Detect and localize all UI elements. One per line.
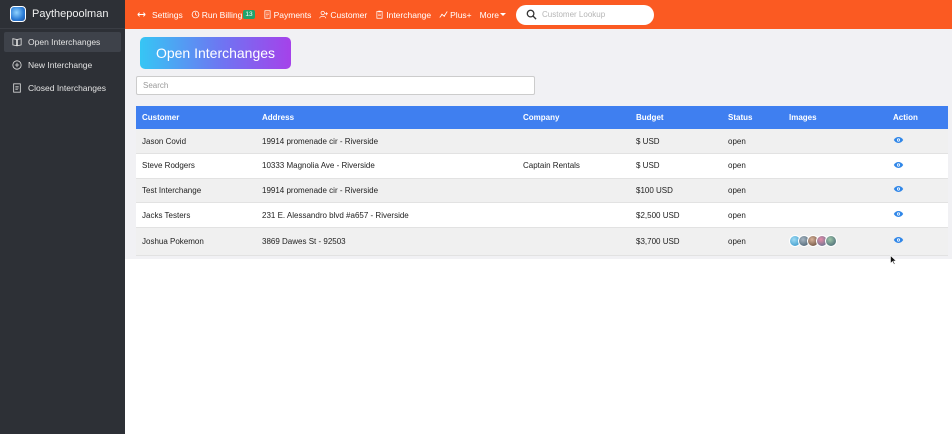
top-navbar: Settings Run Billing 13 Payments Custome… bbox=[125, 0, 952, 29]
eye-icon[interactable] bbox=[893, 210, 904, 218]
document-icon bbox=[12, 83, 22, 93]
image-thumbnail[interactable] bbox=[825, 235, 837, 248]
sidebar-item-new-interchange[interactable]: New Interchange bbox=[4, 55, 121, 75]
nav-payments[interactable]: Payments bbox=[263, 9, 312, 20]
clipboard-icon bbox=[376, 10, 383, 19]
search-icon bbox=[526, 9, 537, 20]
col-address[interactable]: Address bbox=[256, 106, 517, 129]
cell-budget: $2,500 USD bbox=[636, 210, 680, 220]
nav-label: Payments bbox=[273, 9, 312, 20]
nav-settings[interactable]: Settings bbox=[137, 10, 183, 20]
page-title-button[interactable]: Open Interchanges bbox=[140, 37, 291, 69]
cell-company bbox=[517, 203, 630, 228]
sidebar-item-closed-interchanges[interactable]: Closed Interchanges bbox=[4, 78, 121, 98]
nav-label: More bbox=[479, 9, 500, 20]
brand[interactable]: Paythepoolman bbox=[0, 0, 125, 29]
cell-company bbox=[517, 178, 630, 203]
brand-name: Paythepoolman bbox=[32, 8, 109, 20]
cell-status: open bbox=[728, 236, 746, 246]
cell-company bbox=[517, 129, 630, 154]
main-content: Open Interchanges Customer Address Compa… bbox=[125, 29, 952, 434]
cell-action bbox=[887, 227, 948, 255]
table-row[interactable]: Jason Covid 19914 promenade cir - Rivers… bbox=[136, 129, 948, 154]
cell-status: open bbox=[728, 210, 746, 220]
search-input[interactable] bbox=[136, 76, 535, 95]
cell-address: 3869 Dawes St - 92503 bbox=[262, 236, 346, 246]
book-open-icon bbox=[12, 37, 22, 47]
caret-down-icon bbox=[500, 13, 507, 16]
interchanges-table: Customer Address Company Budget Status I… bbox=[136, 106, 948, 256]
cell-customer: Joshua Pokemon bbox=[142, 236, 204, 246]
cell-status: open bbox=[728, 136, 746, 146]
table-row[interactable]: Jacks Testers 231 E. Alessandro blvd #a6… bbox=[136, 202, 948, 228]
cell-customer: Steve Rodgers bbox=[142, 161, 195, 171]
customer-lookup-input[interactable] bbox=[542, 10, 643, 19]
nav-label: Settings bbox=[152, 9, 183, 20]
nav-customer[interactable]: Customer bbox=[319, 10, 367, 20]
col-status[interactable]: Status bbox=[722, 106, 783, 129]
table-row[interactable]: Steve Rodgers 10333 Magnolia Ave - River… bbox=[136, 153, 948, 179]
cell-images bbox=[783, 129, 887, 154]
cell-images bbox=[783, 178, 887, 203]
user-plus-icon bbox=[319, 10, 329, 19]
receipt-icon bbox=[264, 10, 271, 19]
cell-address: 10333 Magnolia Ave - Riverside bbox=[262, 161, 375, 171]
sidebar-item-label: New Interchange bbox=[28, 60, 93, 70]
cell-address: 19914 promenade cir - Riverside bbox=[262, 136, 379, 146]
nav-label: Customer bbox=[330, 9, 368, 20]
eye-icon[interactable] bbox=[893, 236, 904, 244]
sidebar: Paythepoolman Open Interchanges New Inte… bbox=[0, 0, 125, 434]
nav-plus[interactable]: Plus+ bbox=[439, 10, 472, 20]
eye-icon[interactable] bbox=[893, 161, 904, 169]
cell-action bbox=[887, 129, 948, 154]
col-images[interactable]: Images bbox=[783, 106, 887, 129]
cell-status: open bbox=[728, 185, 746, 195]
cell-status: open bbox=[728, 161, 746, 171]
cell-images bbox=[783, 154, 887, 179]
mouse-cursor-icon bbox=[890, 255, 897, 265]
cell-company: Captain Rentals bbox=[523, 161, 580, 171]
nav-run-billing[interactable]: Run Billing 13 bbox=[191, 10, 255, 20]
cell-company bbox=[517, 227, 630, 255]
eye-icon[interactable] bbox=[893, 185, 904, 193]
cell-customer: Test Interchange bbox=[142, 185, 202, 195]
table-row[interactable]: Test Interchange 19914 promenade cir - R… bbox=[136, 178, 948, 203]
customer-lookup[interactable] bbox=[516, 4, 655, 25]
image-thumbnails bbox=[789, 235, 887, 248]
cell-budget: $ USD bbox=[636, 136, 660, 146]
col-customer[interactable]: Customer bbox=[136, 106, 256, 129]
cycle-icon bbox=[191, 10, 200, 19]
cell-customer: Jacks Testers bbox=[142, 210, 191, 220]
nav-label: Run Billing bbox=[201, 9, 243, 20]
cell-budget: $ USD bbox=[636, 161, 660, 171]
cell-budget: $3,700 USD bbox=[636, 236, 680, 246]
cell-action bbox=[887, 178, 948, 203]
cell-address: 19914 promenade cir - Riverside bbox=[262, 185, 379, 195]
sidebar-item-label: Closed Interchanges bbox=[28, 83, 106, 93]
nav-interchange[interactable]: Interchange bbox=[375, 10, 431, 20]
cell-action bbox=[887, 203, 948, 228]
cell-images bbox=[783, 203, 887, 228]
chart-icon bbox=[439, 11, 448, 18]
arrows-icon bbox=[137, 12, 146, 17]
cell-address: 231 E. Alessandro blvd #a657 - Riverside bbox=[262, 210, 409, 220]
billing-count-badge: 13 bbox=[243, 10, 255, 19]
brand-logo-icon bbox=[10, 6, 26, 22]
table-header-row: Customer Address Company Budget Status I… bbox=[136, 106, 948, 129]
col-budget[interactable]: Budget bbox=[630, 106, 722, 129]
col-action[interactable]: Action bbox=[887, 106, 948, 129]
sidebar-item-label: Open Interchanges bbox=[28, 37, 101, 47]
cell-customer: Jason Covid bbox=[142, 136, 187, 146]
table-row[interactable]: Joshua Pokemon 3869 Dawes St - 92503 $3,… bbox=[136, 227, 948, 256]
nav-more-dropdown[interactable]: More bbox=[479, 9, 507, 20]
col-company[interactable]: Company bbox=[517, 106, 630, 129]
nav-label: Plus+ bbox=[450, 9, 472, 20]
cell-budget: $100 USD bbox=[636, 185, 673, 195]
nav-label: Interchange bbox=[386, 9, 432, 20]
sidebar-item-open-interchanges[interactable]: Open Interchanges bbox=[4, 32, 121, 52]
eye-icon[interactable] bbox=[893, 136, 904, 144]
plus-circle-icon bbox=[12, 60, 22, 70]
cell-action bbox=[887, 154, 948, 179]
cell-images bbox=[783, 227, 887, 255]
